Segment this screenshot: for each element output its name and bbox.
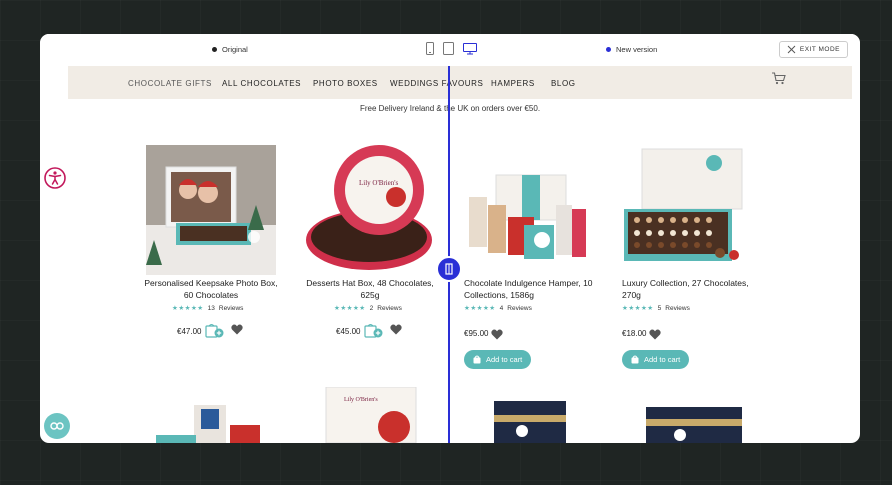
mobile-icon[interactable] [426,42,434,55]
nav-item-photo-boxes[interactable]: PHOTO BOXES [313,79,378,88]
product-name[interactable]: Luxury Collection, 27 Chocolates, 270g [622,277,762,301]
nav-item-all-chocolates[interactable]: ALL CHOCOLATES [222,79,301,88]
product-image-luxury-collection[interactable] [622,145,752,275]
nav-item-hampers[interactable]: HAMPERS [491,79,535,88]
bag-icon [631,355,639,364]
add-to-cart-label: Add to cart [644,355,681,364]
add-to-bag-icon[interactable] [364,323,384,338]
nav-item-chocolate-gifts[interactable]: CHOCOLATE GIFTS [128,79,212,88]
device-switcher [426,42,477,55]
product-name[interactable]: Personalised Keepsake Photo Box, 60 Choc… [144,277,278,301]
review-count: 13 [207,304,215,312]
original-label-wrap: Original [212,45,248,54]
tablet-icon[interactable] [443,42,454,55]
wishlist-heart-icon[interactable] [390,324,402,335]
wishlist-heart-icon[interactable] [649,329,661,340]
product-image-desserts-hat-box[interactable]: Lily O'Brien's [304,145,434,275]
product-name[interactable]: Desserts Hat Box, 48 Chocolates, 625g [302,277,438,301]
add-to-cart-button[interactable]: Add to cart [622,350,690,369]
chat-button[interactable] [44,413,70,439]
close-icon [787,45,796,54]
nav-item-weddings-favours[interactable]: WEDDINGS FAVOURS [390,79,483,88]
product-name[interactable]: Chocolate Indulgence Hamper, 10 Collecti… [464,277,604,301]
drag-handle-icon [445,263,453,275]
reviews-label[interactable]: Reviews [507,305,532,312]
add-to-cart-label: Add to cart [486,355,523,364]
review-count: 5 [657,304,662,312]
product-rating: ★★★★★ 13 Reviews [172,304,244,313]
product-price: €95.00 [464,329,489,338]
original-dot [212,47,217,52]
new-version-dot [606,47,611,52]
svg-text:Lily O'Brien's: Lily O'Brien's [344,397,378,403]
rating-stars: ★★★★★ [172,305,204,312]
desktop-icon[interactable] [463,42,477,55]
product-rating: ★★★★★ 2 Reviews [334,304,402,313]
new-version-label: New version [616,45,658,54]
product-image-photo-box[interactable] [146,145,276,275]
reviews-label[interactable]: Reviews [665,305,690,312]
product-image-row2-2[interactable]: Lily O'Brien's [304,387,434,443]
product-image-row2-1[interactable] [146,387,276,443]
svg-text:Lily O'Brien's: Lily O'Brien's [359,179,399,187]
product-price: €47.00 [177,327,202,336]
promo-banner: Free Delivery Ireland & the UK on orders… [359,104,541,113]
cart-icon[interactable] [771,72,786,85]
comparison-slider-handle[interactable] [436,256,462,282]
reviews-label[interactable]: Reviews [219,305,244,312]
product-rating: ★★★★★ 4 Reviews [464,304,532,313]
product-image-indulgence-hamper[interactable] [464,145,594,275]
product-image-row2-3[interactable] [464,387,594,443]
chat-icon [50,422,64,430]
exit-mode-button[interactable]: EXIT MODE [778,41,848,58]
original-label: Original [222,45,248,54]
comparison-divider[interactable] [448,66,450,443]
rating-stars: ★★★★★ [622,305,654,312]
comparison-toolbar: Original New version EXIT MODE [40,34,860,66]
bag-icon [473,355,481,364]
product-rating: ★★★★★ 5 Reviews [622,304,690,313]
nav-item-blog[interactable]: BLOG [551,79,576,88]
review-count: 4 [499,304,504,312]
exit-mode-label: EXIT MODE [799,46,840,53]
product-price: €18.00 [622,329,647,338]
add-to-cart-button[interactable]: Add to cart [464,350,532,369]
rating-stars: ★★★★★ [334,305,366,312]
main-nav: CHOCOLATE GIFTS ALL CHOCOLATES PHOTO BOX… [68,66,852,99]
wishlist-heart-icon[interactable] [231,324,243,335]
product-image-row2-4[interactable] [622,387,752,443]
product-price: €45.00 [336,327,361,336]
wishlist-heart-icon[interactable] [491,329,503,340]
add-to-bag-icon[interactable] [205,323,225,338]
rating-stars: ★★★★★ [464,305,496,312]
review-count: 2 [369,304,374,312]
preview-window: Original New version EXIT MODE CHOCOLATE… [40,34,860,443]
accessibility-icon[interactable] [44,167,66,189]
new-version-label-wrap: New version [606,45,657,54]
reviews-label[interactable]: Reviews [377,305,402,312]
